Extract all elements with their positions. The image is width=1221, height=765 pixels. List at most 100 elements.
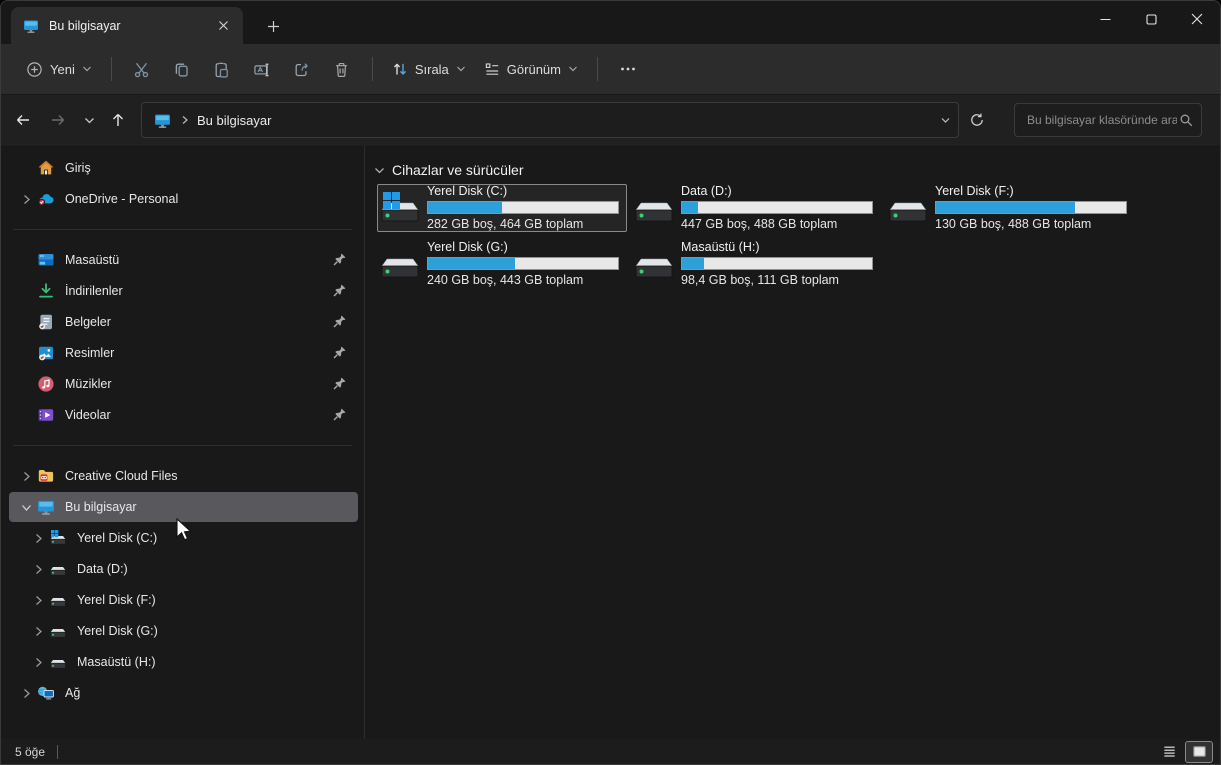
- address-bar[interactable]: Bu bilgisayar: [141, 102, 959, 138]
- sidebar-item-i-ndirilenler[interactable]: İndirilenler: [9, 276, 358, 306]
- maximize-button[interactable]: [1128, 1, 1174, 37]
- view-button[interactable]: Görünüm: [475, 54, 587, 84]
- sidebar-item-masa-st-h[interactable]: Masaüstü (H:): [21, 647, 358, 677]
- chevron-right-icon[interactable]: [27, 592, 49, 608]
- window-controls: [1082, 1, 1220, 37]
- large-icons-view-button[interactable]: [1186, 742, 1212, 762]
- content-pane[interactable]: Cihazlar ve sürücüler Yerel Disk (C:)282…: [366, 146, 1220, 739]
- delete-button[interactable]: [322, 52, 362, 86]
- view-button-label: Görünüm: [507, 62, 561, 77]
- share-button[interactable]: [282, 52, 322, 86]
- sidebar-item-data-d[interactable]: Data (D:): [21, 554, 358, 584]
- chevron-right-icon[interactable]: [27, 623, 49, 639]
- back-button[interactable]: [7, 104, 39, 136]
- sort-icon: [392, 61, 408, 77]
- tab-close-icon[interactable]: [211, 14, 235, 38]
- sidebar-item-a[interactable]: Ağ: [9, 678, 358, 708]
- drive-icon: [49, 560, 67, 578]
- sidebar-item-resimler[interactable]: Resimler: [9, 338, 358, 368]
- chevron-right-icon[interactable]: [15, 685, 37, 701]
- recent-locations-button[interactable]: [73, 104, 105, 136]
- sidebar-item-label: OneDrive - Personal: [65, 192, 354, 206]
- documents-icon: [37, 313, 55, 331]
- close-button[interactable]: [1174, 1, 1220, 37]
- copy-button[interactable]: [162, 52, 202, 86]
- sidebar-item-yerel-disk-c[interactable]: Yerel Disk (C:): [21, 523, 358, 553]
- sidebar-item-onedrive-personal[interactable]: OneDrive - Personal: [9, 184, 358, 214]
- capacity-bar-fill: [682, 202, 698, 213]
- drive-item-yerel-disk-g[interactable]: Yerel Disk (G:)240 GB boş, 443 GB toplam: [377, 240, 627, 288]
- capacity-bar: [681, 257, 873, 270]
- breadcrumb-this-pc[interactable]: Bu bilgisayar: [197, 113, 271, 128]
- drive-capacity-label: 447 GB boş, 488 GB toplam: [681, 217, 873, 232]
- search-input[interactable]: [1025, 112, 1179, 128]
- chevron-down-icon[interactable]: [15, 499, 37, 515]
- chevron-right-icon[interactable]: [15, 191, 37, 207]
- capacity-bar-fill: [936, 202, 1075, 213]
- chevron-right-icon[interactable]: [15, 468, 37, 484]
- drive-item-data-d[interactable]: Data (D:)447 GB boş, 488 GB toplam: [631, 184, 881, 232]
- sidebar-item-belgeler[interactable]: Belgeler: [9, 307, 358, 337]
- section-collapse-icon[interactable]: [373, 164, 386, 177]
- drive-item-masa-st-h[interactable]: Masaüstü (H:)98,4 GB boş, 111 GB toplam: [631, 240, 881, 288]
- refresh-button[interactable]: [961, 104, 993, 136]
- up-button[interactable]: [102, 104, 134, 136]
- new-button[interactable]: Yeni: [17, 54, 101, 85]
- sidebar-item-giri[interactable]: Giriş: [9, 153, 358, 183]
- new-tab-button[interactable]: [259, 13, 287, 39]
- drive-grid: Yerel Disk (C:)282 GB boş, 464 GB toplam…: [377, 184, 1220, 296]
- drive-item-yerel-disk-f[interactable]: Yerel Disk (F:)130 GB boş, 488 GB toplam: [885, 184, 1135, 232]
- navigation-pane: Giriş OneDrive - Personal Masaüstü İndirile…: [1, 146, 365, 739]
- this-pc-icon: [37, 498, 55, 516]
- tab-bu-bilgisayar[interactable]: Bu bilgisayar: [11, 7, 243, 44]
- sidebar-item-bu-bilgisayar[interactable]: Bu bilgisayar: [9, 492, 358, 522]
- cut-button[interactable]: [122, 52, 162, 86]
- chevron-spacer: [15, 345, 37, 361]
- explorer-body: Giriş OneDrive - Personal Masaüstü İndirile…: [1, 146, 1220, 739]
- sidebar-divider: [13, 229, 352, 230]
- sidebar-item-m-zikler[interactable]: Müzikler: [9, 369, 358, 399]
- minimize-button[interactable]: [1082, 1, 1128, 37]
- details-view-button[interactable]: [1156, 742, 1182, 762]
- home-icon: [37, 159, 55, 177]
- sidebar-item-masa-st[interactable]: Masaüstü: [9, 245, 358, 275]
- network-icon: [37, 684, 55, 702]
- chevron-right-icon[interactable]: [27, 530, 49, 546]
- rename-button[interactable]: [242, 52, 282, 86]
- address-row: Bu bilgisayar: [1, 95, 1220, 147]
- large-icons-view-icon: [1192, 744, 1207, 759]
- sidebar-item-label: Masaüstü: [65, 253, 332, 267]
- sidebar-item-videolar[interactable]: Videolar: [9, 400, 358, 430]
- chevron-down-icon: [82, 64, 92, 74]
- chevron-right-icon[interactable]: [27, 654, 49, 670]
- chevron-spacer: [15, 252, 37, 268]
- pin-icon: [332, 252, 348, 268]
- sidebar-item-label: Creative Cloud Files: [65, 469, 354, 483]
- chevron-right-icon[interactable]: [27, 561, 49, 577]
- drive-capacity-label: 130 GB boş, 488 GB toplam: [935, 217, 1127, 232]
- sidebar-item-label: Belgeler: [65, 315, 332, 329]
- sidebar-item-label: Videolar: [65, 408, 332, 422]
- breadcrumb-chevron-icon: [179, 114, 191, 126]
- share-icon: [293, 61, 310, 78]
- sidebar-item-creative-cloud-files[interactable]: Creative Cloud Files: [9, 461, 358, 491]
- forward-button[interactable]: [42, 104, 74, 136]
- tab-title: Bu bilgisayar: [49, 19, 211, 33]
- paste-button[interactable]: [202, 52, 242, 86]
- capacity-bar-fill: [682, 258, 704, 269]
- sidebar-item-yerel-disk-f[interactable]: Yerel Disk (F:): [21, 585, 358, 615]
- address-dropdown-icon[interactable]: [939, 114, 952, 127]
- status-separator: [57, 745, 58, 759]
- section-devices-and-drives[interactable]: Cihazlar ve sürücüler: [373, 160, 1220, 180]
- sort-button[interactable]: Sırala: [383, 54, 475, 84]
- sidebar-item-yerel-disk-g[interactable]: Yerel Disk (G:): [21, 616, 358, 646]
- drive-text: Yerel Disk (F:)130 GB boş, 488 GB toplam: [935, 184, 1127, 232]
- command-toolbar: Yeni Sırala Görünüm: [1, 44, 1220, 95]
- drive-icon: [49, 591, 67, 609]
- drive-icon: [888, 191, 928, 225]
- more-options-button[interactable]: [608, 52, 648, 86]
- drive-text: Data (D:)447 GB boş, 488 GB toplam: [681, 184, 873, 232]
- drive-item-yerel-disk-c[interactable]: Yerel Disk (C:)282 GB boş, 464 GB toplam: [377, 184, 627, 232]
- chevron-down-icon: [568, 64, 578, 74]
- plus-circle-icon: [26, 61, 43, 78]
